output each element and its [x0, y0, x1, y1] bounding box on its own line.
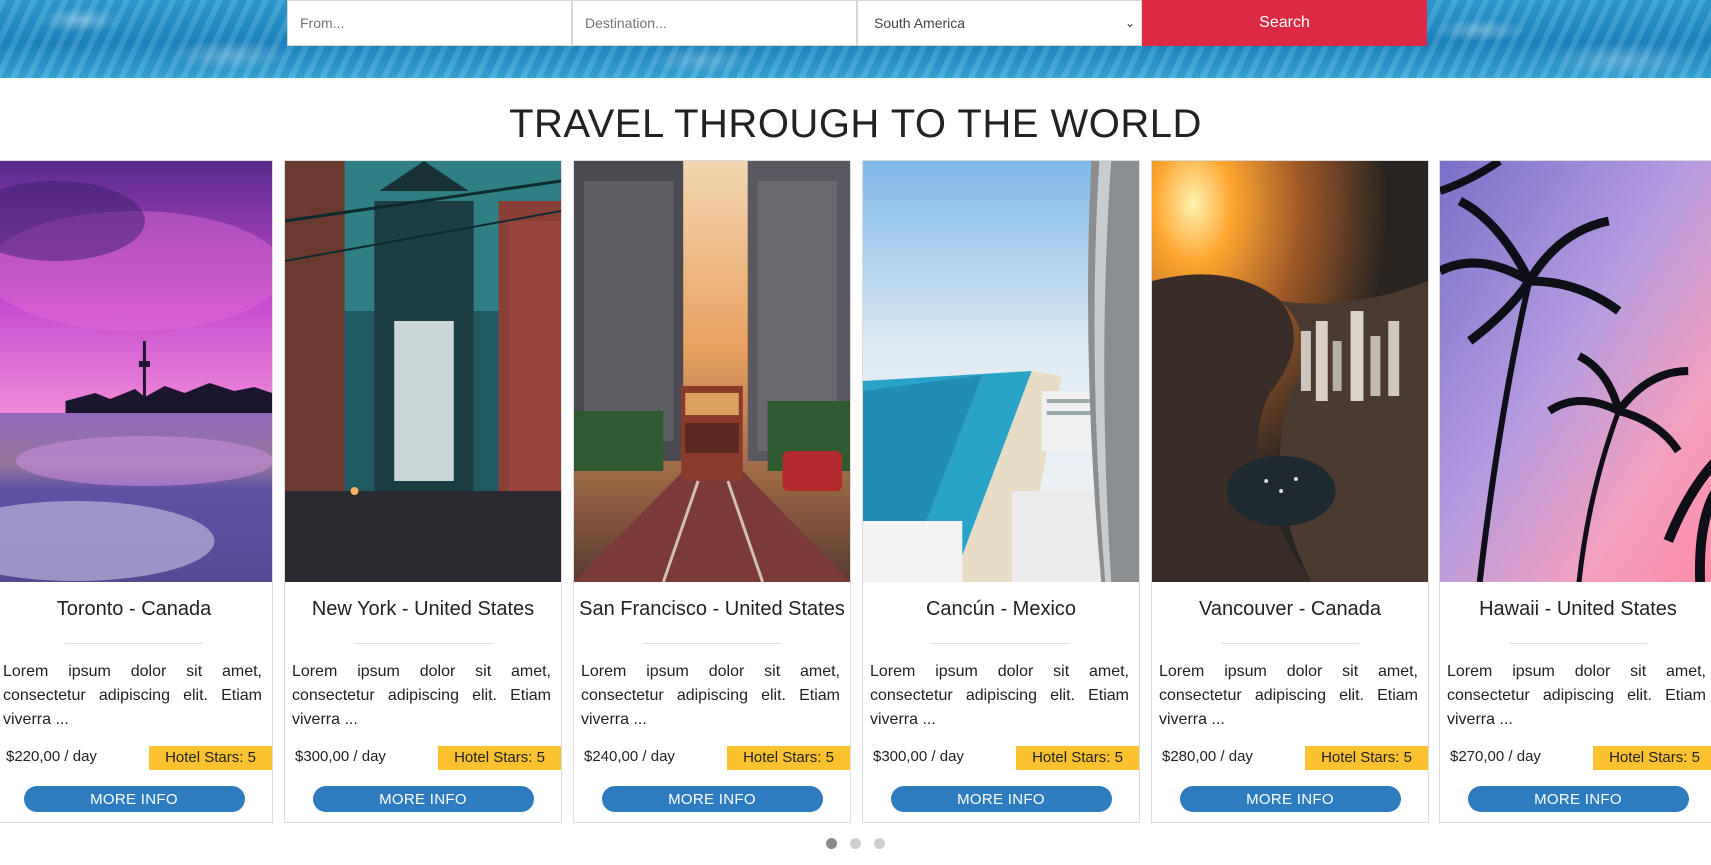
card-description: Lorem ipsum dolor sit amet, consectetur …	[1447, 663, 1706, 728]
hotel-stars-badge: Hotel Stars: 5	[1593, 746, 1711, 770]
search-form: South America ⌄ Search	[287, 0, 1427, 46]
hotel-stars-badge: Hotel Stars: 5	[149, 746, 272, 770]
page-title: TRAVEL THROUGH TO THE WORLD	[509, 102, 1202, 146]
card-price: $280,00 / day	[1162, 748, 1253, 765]
card-city: Vancouver - Canada	[1199, 598, 1381, 620]
toronto-photo	[0, 161, 272, 582]
card-price: $300,00 / day	[873, 748, 964, 765]
card-city: New York - United States	[311, 598, 535, 620]
card-description: Lorem ipsum dolor sit amet, consectetur …	[870, 663, 1129, 728]
destination-card: Toronto - Canada Lorem ipsum dolor sit a…	[0, 160, 273, 823]
card-divider	[932, 643, 1070, 644]
hotel-stars-badge: Hotel Stars: 5	[438, 746, 561, 770]
more-info-button[interactable]: MORE INFO	[312, 786, 534, 812]
carousel-dot-3[interactable]	[874, 838, 885, 849]
card-city: Hawaii - United States	[1479, 598, 1677, 620]
hotel-stars-badge: Hotel Stars: 5	[1016, 746, 1139, 770]
region-select[interactable]: South America ⌄	[857, 0, 1142, 46]
destination-card: Hawaii - United States Lorem ipsum dolor…	[1439, 160, 1711, 823]
hotel-stars-badge: Hotel Stars: 5	[1305, 746, 1428, 770]
card-description: Lorem ipsum dolor sit amet, consectetur …	[292, 663, 551, 728]
hawaii-photo	[1440, 161, 1711, 582]
destination-card: Cancún - Mexico Lorem ipsum dolor sit am…	[862, 160, 1140, 823]
card-city: Cancún - Mexico	[925, 598, 1077, 620]
new-york-photo	[285, 161, 561, 582]
hotel-stars-badge: Hotel Stars: 5	[727, 746, 850, 770]
card-divider	[1221, 643, 1359, 644]
card-price: $270,00 / day	[1450, 748, 1541, 765]
card-price: $220,00 / day	[6, 748, 97, 765]
more-info-button[interactable]: MORE INFO	[23, 786, 245, 812]
search-button[interactable]: Search	[1142, 0, 1427, 46]
destinations-carousel[interactable]: Toronto - Canada Lorem ipsum dolor sit a…	[0, 160, 1711, 824]
more-info-button[interactable]: MORE INFO	[890, 786, 1112, 812]
more-info-button[interactable]: MORE INFO	[601, 786, 823, 812]
cancun-photo	[863, 161, 1139, 582]
more-info-button[interactable]: MORE INFO	[1467, 786, 1689, 812]
card-divider	[643, 643, 781, 644]
card-description: Lorem ipsum dolor sit amet, consectetur …	[1159, 663, 1418, 728]
card-city: Toronto - Canada	[56, 598, 212, 620]
vancouver-photo	[1152, 161, 1428, 582]
carousel-dot-2[interactable]	[850, 838, 861, 849]
card-description: Lorem ipsum dolor sit amet, consectetur …	[3, 663, 262, 728]
region-select-value: South America	[874, 15, 966, 31]
destination-card: New York - United States Lorem ipsum dol…	[284, 160, 562, 823]
san-francisco-photo	[574, 161, 850, 582]
destination-card: San Francisco - United States Lorem ipsu…	[573, 160, 851, 823]
card-divider	[354, 643, 492, 644]
from-input[interactable]	[287, 0, 572, 46]
card-price: $240,00 / day	[584, 748, 675, 765]
card-price: $300,00 / day	[295, 748, 386, 765]
chevron-down-icon: ⌄	[1124, 16, 1135, 30]
carousel-pagination	[826, 838, 885, 849]
card-city: San Francisco - United States	[579, 598, 845, 620]
destination-input[interactable]	[572, 0, 857, 46]
hero-banner: South America ⌄ Search	[0, 0, 1711, 78]
card-description: Lorem ipsum dolor sit amet, consectetur …	[581, 663, 840, 728]
card-divider	[65, 643, 203, 644]
more-info-button[interactable]: MORE INFO	[1179, 786, 1401, 812]
carousel-dot-1[interactable]	[826, 838, 837, 849]
card-divider	[1509, 643, 1647, 644]
destination-card: Vancouver - Canada Lorem ipsum dolor sit…	[1151, 160, 1429, 823]
